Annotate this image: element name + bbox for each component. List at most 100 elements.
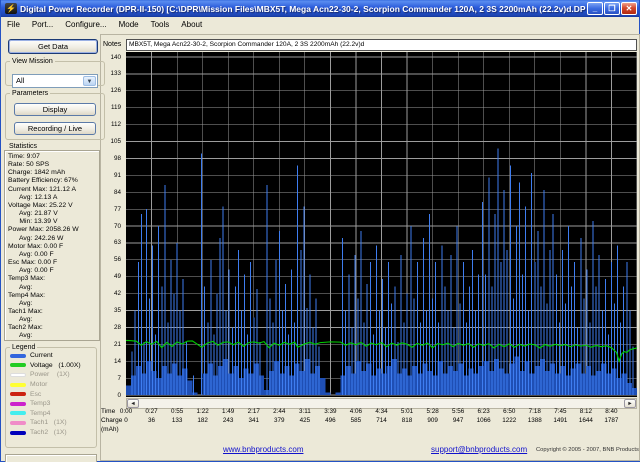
- support-email-link[interactable]: support@bnbproducts.com: [431, 445, 527, 454]
- legend-swatch-icon: [10, 401, 26, 406]
- view-mission-label: View Mission: [12, 58, 53, 65]
- time-tick: 7:45: [554, 408, 567, 415]
- legend-swatch-icon: [10, 420, 26, 425]
- stats-line: Avg: 0.00 F: [8, 250, 54, 258]
- time-tick: 1:49: [222, 408, 235, 415]
- close-button-icon[interactable]: ✕: [621, 2, 637, 15]
- legend-item-label: Tach1 (1X): [30, 419, 67, 427]
- statistics-box: Time: 9:07 Rate: 50 SPS Charge: 1842 mAh Ba…: [4, 150, 100, 341]
- y-axis-tick: 140: [110, 53, 121, 61]
- charge-tick: 1787: [604, 417, 619, 424]
- legend-swatch-icon: [10, 382, 26, 387]
- display-button[interactable]: Display: [14, 103, 96, 116]
- menu-item-mode[interactable]: Mode: [113, 19, 145, 30]
- charge-tick: 818: [401, 417, 413, 424]
- y-axis-tick: 77: [113, 205, 121, 213]
- charge-tick: 182: [197, 417, 208, 424]
- charge-tick: 36: [148, 417, 156, 424]
- legend-group: Legend Current Voltage (1.00X) Power (1X) M…: [5, 344, 97, 448]
- time-tick: 5:56: [452, 408, 465, 415]
- y-axis-tick: 119: [110, 104, 121, 112]
- legend-item-tach1[interactable]: Tach1 (1X): [6, 418, 96, 428]
- y-axis-labels: 140 133 126 119 112 105 98 91 84 77 70 63 56 49 42 35 28…: [99, 52, 124, 399]
- copyright-text: Copyright © 2005 - 2007, BNB Products: [536, 447, 639, 453]
- get-data-button[interactable]: Get Data: [8, 39, 98, 54]
- menu-item-port[interactable]: Port...: [26, 19, 59, 30]
- chevron-down-icon[interactable]: ▼: [83, 76, 96, 86]
- stats-line: Avg:: [8, 316, 33, 324]
- y-axis-tick: 28: [113, 323, 121, 331]
- stats-line: Avg: 21.87 V: [8, 210, 58, 218]
- legend-item-esc[interactable]: Esc: [6, 389, 96, 399]
- stats-line: Avg: 0.00 F: [8, 267, 54, 275]
- menu-item-file[interactable]: File: [1, 19, 26, 30]
- restore-button-icon[interactable]: ❐: [604, 2, 620, 15]
- y-axis-tick: 14: [113, 357, 121, 365]
- y-axis-tick: 105: [110, 138, 121, 145]
- charge-tick: 496: [325, 417, 336, 424]
- legend-swatch-icon: [10, 353, 26, 358]
- time-tick: 8:40: [605, 408, 618, 415]
- time-tick: 4:06: [349, 408, 363, 415]
- minimize-button-icon[interactable]: _: [587, 2, 603, 15]
- legend-item-current[interactable]: Current: [6, 351, 96, 361]
- legend-swatch-icon: [10, 411, 26, 416]
- legend-item-temp4[interactable]: Temp4: [6, 409, 96, 419]
- scroll-right-icon[interactable]: ►: [624, 399, 636, 408]
- legend-label: Legend: [12, 344, 36, 351]
- stats-line: Temp3 Max:: [8, 275, 46, 283]
- legend-item-temp3[interactable]: Temp3: [6, 399, 96, 409]
- stats-line: Current Max: 121.12 A: [8, 185, 77, 193]
- recording-live-button[interactable]: Recording / Live: [14, 122, 96, 135]
- menu-item-configure[interactable]: Configure...: [59, 19, 112, 30]
- y-axis-tick: 21: [113, 340, 121, 348]
- stats-line: Avg: 12.13 A: [8, 193, 58, 201]
- stats-line: Avg:: [8, 283, 33, 291]
- notes-empty-box: [5, 454, 97, 462]
- y-axis-tick: 133: [110, 70, 121, 78]
- charge-tick: 1491: [553, 417, 568, 424]
- legend-item-tach2[interactable]: Tach2 (1X): [6, 428, 96, 438]
- charge-tick: 1388: [527, 417, 542, 424]
- scroll-left-icon[interactable]: ◄: [127, 399, 139, 408]
- plot-area: [125, 52, 638, 397]
- legend-items: Current Voltage (1.00X) Power (1X) Motor Esc…: [6, 351, 96, 437]
- stats-line: Power Max: 2058.26 W: [8, 226, 79, 234]
- time-tick: 3:11: [298, 408, 311, 415]
- menu-item-tools[interactable]: Tools: [145, 19, 176, 30]
- legend-item-motor[interactable]: Motor: [6, 380, 96, 390]
- y-axis-tick: 84: [113, 188, 121, 196]
- legend-item-label: Current: [30, 352, 53, 360]
- mission-select[interactable]: All ▼: [12, 74, 98, 88]
- charge-tick: 1222: [502, 417, 517, 424]
- time-tick: 0:55: [170, 408, 184, 415]
- view-mission-group: View Mission All ▼: [5, 58, 105, 88]
- y-axis-tick: 98: [113, 154, 121, 162]
- legend-item-voltage[interactable]: Voltage (1.00X): [6, 361, 96, 371]
- stats-line: Battery Efficiency: 67%: [8, 177, 78, 185]
- title-bar: ⚡ Digital Power Recorder (DPR-II-150) [C…: [1, 0, 639, 17]
- menu-item-about[interactable]: About: [175, 19, 208, 30]
- stats-line: Avg: 242.26 W: [8, 234, 64, 242]
- stats-line: Avg:: [8, 332, 33, 340]
- stats-line: Rate: 50 SPS: [8, 161, 50, 169]
- window-title: Digital Power Recorder (DPR-II-150) [C:\…: [20, 3, 586, 14]
- charge-tick: 947: [452, 417, 464, 424]
- website-link[interactable]: www.bnbproducts.com: [223, 445, 303, 454]
- stats-line: Motor Max: 0.00 F: [8, 242, 64, 250]
- notes-field[interactable]: MBX5T, Mega Acn22-30-2, Scorpion Command…: [126, 39, 637, 51]
- stats-line: Min: 13.39 V: [8, 218, 58, 226]
- time-tick: 1:22: [196, 408, 209, 415]
- time-tick: 7:18: [528, 408, 541, 415]
- legend-item-power[interactable]: Power (1X): [6, 370, 96, 380]
- parameters-label: Parameters: [12, 90, 49, 97]
- legend-swatch-icon: [10, 430, 26, 435]
- y-axis-tick: 7: [117, 374, 121, 382]
- time-tick: 5:01: [400, 408, 414, 415]
- time-tick: 4:34: [375, 408, 388, 415]
- parameters-group: Parameters Display Recording / Live: [5, 90, 105, 140]
- time-tick: 0:27: [145, 408, 158, 415]
- charge-tick: 0: [124, 417, 128, 424]
- legend-item-label: Temp3: [30, 400, 51, 408]
- y-axis-tick: 63: [113, 239, 121, 247]
